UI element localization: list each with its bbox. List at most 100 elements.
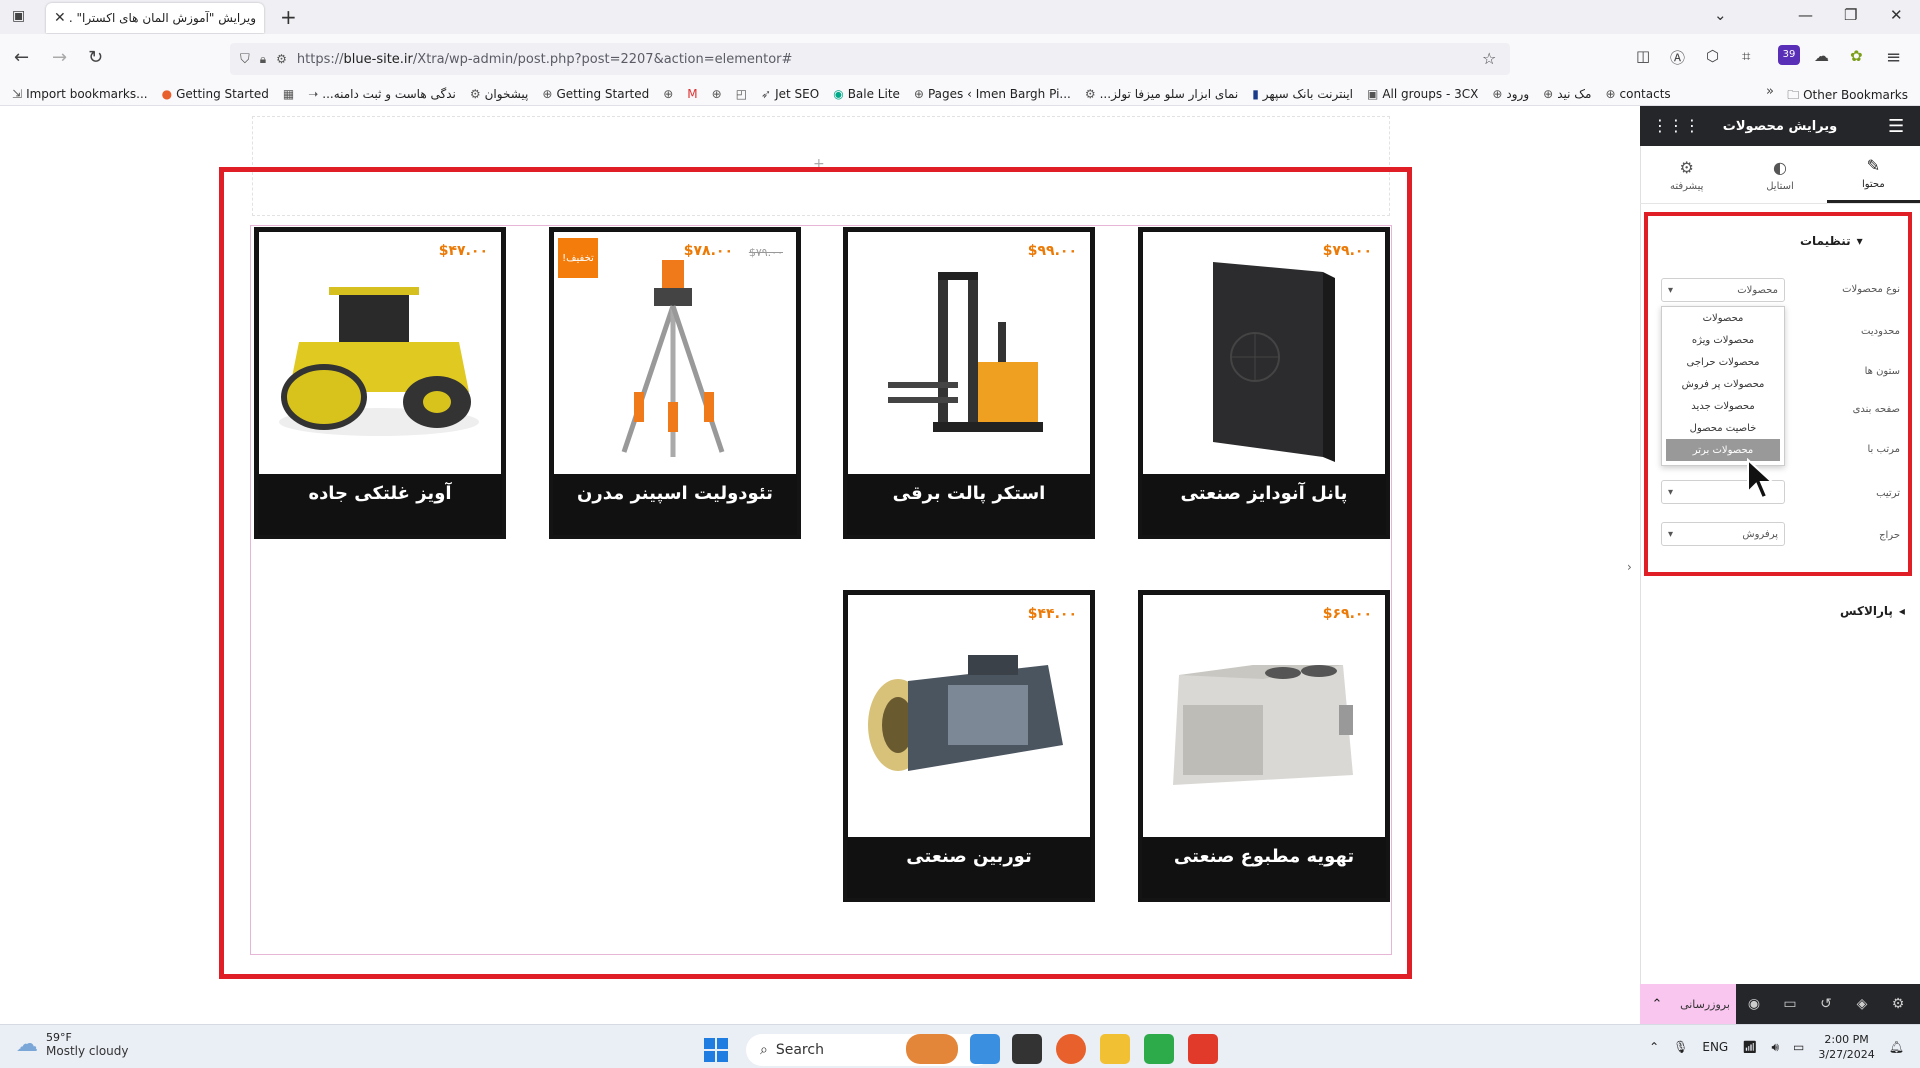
bookmark-item[interactable]: ◰ (736, 87, 747, 101)
microphone-icon[interactable]: 🎙︎ (1673, 1040, 1688, 1054)
dropdown-option[interactable]: محصولات پر فروش (1662, 373, 1784, 395)
back-icon[interactable]: ← (14, 47, 29, 68)
product-card[interactable]: $۶۹.۰۰ تهویه مطبوع صنعتی (1138, 590, 1390, 902)
product-card[interactable]: تخفیف! $۷۹.۰۰ $۷۸.۰۰ تئودولیت اسپینر مدر… (549, 227, 801, 539)
dropdown-option[interactable]: خاصیت محصول (1662, 417, 1784, 439)
bookmark-item[interactable]: ⚙ ...نمای ابزار سلو میزفا تولز (1085, 87, 1238, 101)
tab-advanced[interactable]: ⚙ پیشرفته (1640, 146, 1733, 203)
bookmark-item[interactable]: ⚙ پیشخوان (470, 87, 529, 101)
tab-content[interactable]: ✎ محتوا (1826, 146, 1920, 203)
product-image[interactable] (848, 595, 1090, 837)
bookmark-item[interactable]: ⊕ ورود (1492, 87, 1529, 101)
product-title[interactable]: پانل آنودایز صنعتی (1142, 483, 1386, 504)
pocket-icon[interactable]: ◫ (1636, 47, 1650, 65)
camtasia-icon[interactable] (1144, 1034, 1174, 1064)
product-image[interactable] (1143, 232, 1385, 474)
permissions-icon[interactable]: ⚙ (276, 52, 287, 66)
dropdown-option[interactable]: محصولات ویژه (1662, 329, 1784, 351)
sale-select[interactable]: پرفروش ▾ (1661, 522, 1785, 546)
menu-icon[interactable]: ≡ (1886, 47, 1901, 68)
volume-icon[interactable]: 🔊︎ (1771, 1040, 1779, 1055)
section-parallax-toggle[interactable]: ◂ پارالاکس (1840, 604, 1905, 618)
other-bookmarks[interactable]: 🗀︎ Other Bookmarks (1787, 86, 1908, 107)
chevron-more-icon[interactable]: » (1766, 84, 1774, 99)
search-highlight-icon[interactable] (906, 1034, 958, 1064)
product-title[interactable]: تئودولیت اسپینر مدرن (553, 483, 797, 504)
star-icon[interactable]: ☆ (1482, 49, 1496, 68)
camtasia-recorder-icon[interactable] (1188, 1034, 1218, 1064)
tab-list-icon[interactable]: ▣ (12, 8, 25, 24)
product-type-select[interactable]: محصولات ▾ (1661, 278, 1785, 302)
url-bar[interactable]: ⛉ 🔒︎ ⚙ https://blue-site.ir/Xtra/wp-admi… (230, 43, 1510, 75)
chevron-up-icon[interactable]: ⌃ (1649, 1040, 1659, 1054)
bookmark-item[interactable]: ● Getting Started (162, 87, 269, 101)
extensions-icon[interactable]: ⬡ (1706, 47, 1719, 65)
update-options-button[interactable]: ⌃ (1640, 984, 1674, 1024)
cloud-icon[interactable]: ☁ (1814, 47, 1829, 65)
settings-icon[interactable]: ⚙ (1880, 996, 1916, 1012)
bookmark-item[interactable]: ⊕ مک نید (1543, 87, 1591, 101)
dropdown-option[interactable]: محصولات حراجی (1662, 351, 1784, 373)
bookmark-item[interactable]: ▮ اینترنت بانک سپهر (1252, 87, 1353, 101)
clock[interactable]: 2:00 PM 3/27/2024 (1818, 1032, 1874, 1062)
responsive-icon[interactable]: ▭ (1772, 996, 1808, 1012)
crop-icon[interactable]: ⌗ (1742, 47, 1750, 65)
addon-icon[interactable]: ✿ (1850, 47, 1863, 65)
layers-icon[interactable]: ◈ (1844, 996, 1880, 1012)
bookmark-item[interactable]: ⊕ Getting Started (542, 87, 649, 101)
dropdown-option[interactable]: محصولات جدید (1662, 395, 1784, 417)
bookmark-item[interactable]: ▣ All groups - 3CX (1367, 87, 1478, 101)
wifi-icon[interactable]: 📶︎ (1742, 1040, 1757, 1054)
section-settings-toggle[interactable]: ▾ تنظیمات (1800, 234, 1863, 248)
widgets-grid-icon[interactable]: ⋮⋮⋮ (1652, 116, 1700, 135)
account-icon[interactable]: Ⓐ (1670, 47, 1685, 68)
terminal-icon[interactable] (1012, 1034, 1042, 1064)
eye-icon[interactable]: ◉ (1736, 996, 1772, 1012)
extension-badge-icon[interactable]: 39 (1778, 45, 1800, 65)
copilot-icon[interactable] (970, 1034, 1000, 1064)
bookmark-item[interactable]: ⊕ contacts (1605, 87, 1670, 101)
file-explorer-icon[interactable] (1100, 1034, 1130, 1064)
product-image[interactable] (1143, 595, 1385, 837)
bookmark-item[interactable]: ◉ Bale Lite (833, 87, 900, 101)
collapse-panel-icon[interactable]: › (1627, 560, 1632, 574)
language-indicator[interactable]: ENG (1702, 1040, 1728, 1054)
restore-icon[interactable]: ❐ (1844, 6, 1857, 24)
shield-icon[interactable]: ⛉ (240, 52, 250, 67)
hamburger-icon[interactable]: ☰ (1888, 116, 1904, 137)
bookmark-item[interactable]: ⇲ Import bookmarks... (12, 87, 148, 101)
product-card[interactable]: $۷۹.۰۰ پانل آنودایز صنعتی (1138, 227, 1390, 539)
history-icon[interactable]: ↺ (1808, 996, 1844, 1012)
bookmark-item[interactable]: ⊕ Pages ‹ Imen Bargh Pi... (914, 87, 1071, 101)
notification-icon[interactable]: 🔔︎ (1889, 1040, 1904, 1054)
new-tab-icon[interactable]: + (280, 5, 297, 29)
windows-start-icon[interactable] (704, 1038, 728, 1062)
close-tab-icon[interactable]: ✕ (54, 10, 66, 26)
product-image[interactable] (848, 232, 1090, 474)
dropdown-option[interactable]: محصولات (1662, 307, 1784, 329)
tab-style[interactable]: ◐ استایل (1733, 146, 1826, 203)
bookmark-item[interactable]: ➶ Jet SEO (761, 87, 819, 101)
product-title[interactable]: تهویه مطبوع صنعتی (1142, 846, 1386, 867)
bookmark-item[interactable]: ➝ ...ندگی هاست و ثبت دامنه (308, 87, 456, 101)
product-title[interactable]: توربین صنعتی (847, 846, 1091, 867)
close-window-icon[interactable]: ✕ (1890, 6, 1903, 24)
product-image[interactable] (259, 232, 501, 474)
tab-overflow-icon[interactable]: ⌄ (1714, 6, 1727, 24)
product-title[interactable]: آویز غلتکی جاده (258, 483, 502, 504)
minimize-icon[interactable]: — (1798, 6, 1813, 24)
firefox-taskbar-icon[interactable] (1056, 1034, 1086, 1064)
bookmark-item[interactable]: ⊕ (712, 87, 722, 101)
product-card[interactable]: $۴۴.۰۰ توربین صنعتی (843, 590, 1095, 902)
update-button[interactable]: بروزرسانی (1674, 984, 1736, 1024)
product-type-dropdown[interactable]: محصولات محصولات ویژه محصولات حراجی محصول… (1661, 306, 1785, 466)
battery-icon[interactable]: ▭ (1793, 1040, 1804, 1054)
product-card[interactable]: $۹۹.۰۰ استکر پالت برقی (843, 227, 1095, 539)
product-card[interactable]: $۴۷.۰۰ آویز غلتکی جاده (254, 227, 506, 539)
weather-widget[interactable]: ☁ 59°F Mostly cloudy (16, 1031, 129, 1058)
bookmark-item[interactable]: M (687, 87, 697, 101)
bookmark-item[interactable]: ▦ (283, 87, 294, 101)
reload-icon[interactable]: ↻ (88, 47, 103, 68)
product-title[interactable]: استکر پالت برقی (847, 483, 1091, 504)
forward-icon[interactable]: → (52, 47, 67, 68)
